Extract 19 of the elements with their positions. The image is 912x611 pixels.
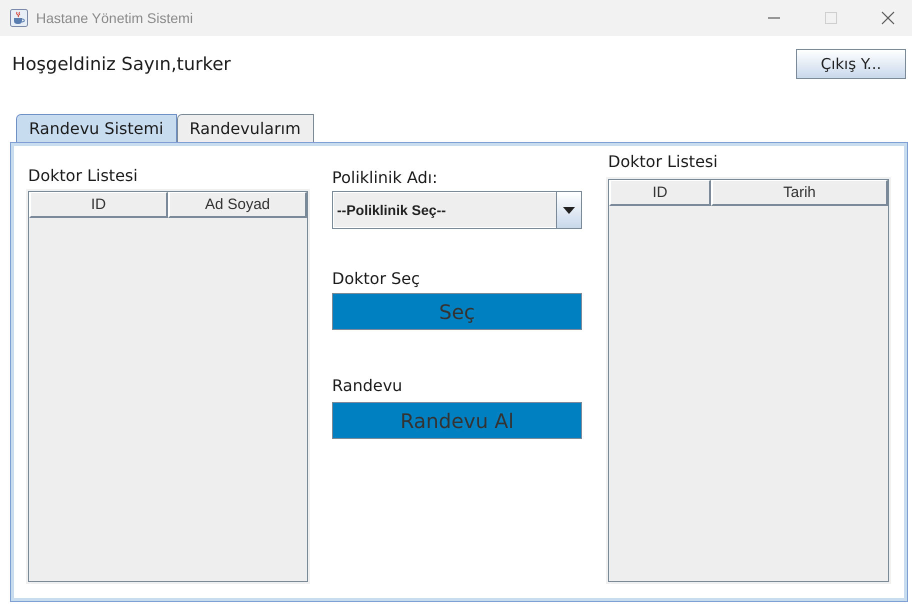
clinic-dropdown[interactable]: --Poliklinik Seç-- [332,191,582,229]
field-label: Doktor Seç [332,269,420,288]
tab[interactable]: Randevularım [176,114,314,142]
caret-down-icon [563,206,575,214]
tab[interactable]: Randevu Sistemi [16,114,176,142]
field-label: Randevu [332,376,402,395]
column-header[interactable]: Tarih [711,180,888,206]
column-header[interactable]: Ad Soyad [168,192,307,218]
greeting-text: Hoşgeldiniz Sayın,turker [12,54,231,74]
column-header[interactable]: ID [29,192,168,218]
column-header[interactable]: ID [609,180,711,206]
coffee-cup-icon [10,9,28,27]
field-label: Poliklinik Adı: [332,168,438,187]
logout-button[interactable]: Çıkış Y... [796,49,906,79]
window-title: Hastane Yönetim Sistemi [36,10,193,26]
section-label: Doktor Listesi [28,166,138,185]
dropdown-arrow-button[interactable] [556,192,581,228]
close-icon[interactable] [881,11,895,25]
section-label: Doktor Listesi [608,152,718,171]
